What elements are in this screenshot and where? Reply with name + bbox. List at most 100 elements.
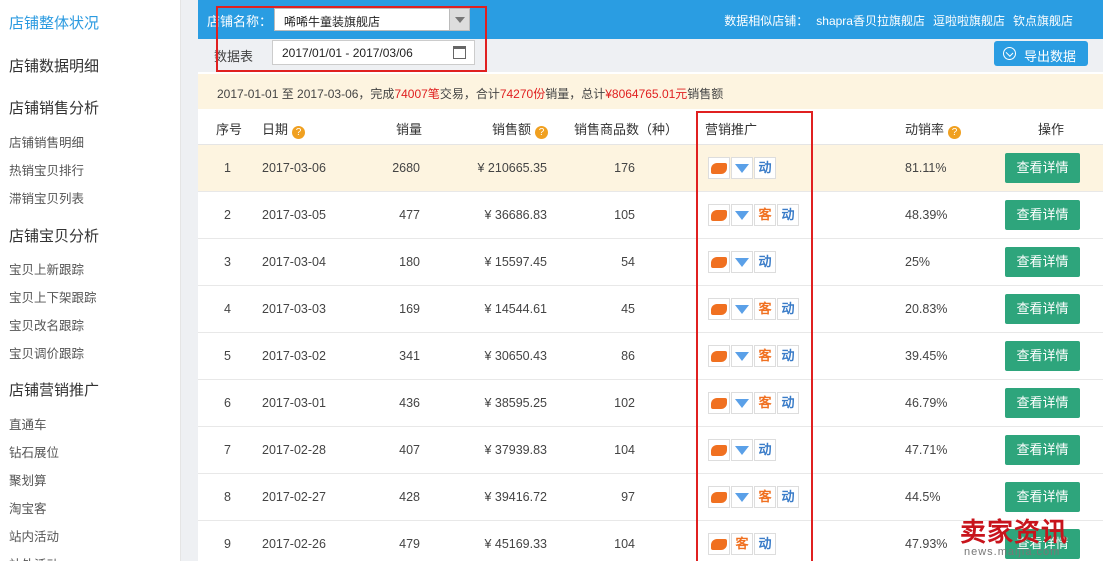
view-details-button[interactable]: 查看详情: [1005, 388, 1080, 418]
table-row: 2 2017-03-05 477 ¥ 36686.83 105 48.39% 客动查看详情: [198, 192, 1103, 239]
sidebar-item[interactable]: 站外活动: [9, 554, 59, 561]
table-row: 7 2017-02-28 407 ¥ 37939.83 104 47.71% 动查看详情: [198, 427, 1103, 474]
cell-qty: 479: [399, 537, 420, 551]
cell-amount: ¥ 14544.61: [484, 302, 547, 316]
view-details-button[interactable]: 查看详情: [1005, 247, 1080, 277]
help-icon[interactable]: ?: [535, 126, 549, 139]
sidebar-section-title[interactable]: 店铺销售分析: [9, 97, 99, 118]
view-details-button[interactable]: 查看详情: [1005, 341, 1080, 371]
cell-qty: 180: [399, 255, 420, 269]
sidebar-item[interactable]: 店铺销售明细: [9, 132, 84, 151]
cell-amount: ¥ 210665.35: [477, 161, 547, 175]
col-amount[interactable]: 销售额?: [492, 119, 549, 139]
similar-shop-link[interactable]: shapra香贝拉旗舰店: [816, 14, 925, 28]
col-idx: 序号: [216, 122, 243, 137]
cell-amount: ¥ 36686.83: [484, 208, 547, 222]
table-row: 3 2017-03-04 180 ¥ 15597.45 54 25% 动查看详情: [198, 239, 1103, 286]
view-details-button[interactable]: 查看详情: [1005, 200, 1080, 230]
cell-count: 86: [621, 349, 635, 363]
cell-idx: 5: [224, 349, 231, 363]
cell-qty: 169: [399, 302, 420, 316]
cell-qty: 477: [399, 208, 420, 222]
col-count: 销售商品数（种）: [574, 122, 679, 137]
col-rate[interactable]: 动销率?: [905, 119, 962, 139]
cell-date: 2017-03-02: [262, 349, 326, 363]
view-details-button[interactable]: 查看详情: [1005, 482, 1080, 512]
sidebar-item[interactable]: 滞销宝贝列表: [9, 188, 84, 207]
export-data-label: 导出数据: [1024, 49, 1077, 64]
sidebar-item[interactable]: 直通车: [9, 414, 47, 433]
cell-idx: 1: [224, 161, 231, 175]
cell-qty: 407: [399, 443, 420, 457]
cell-count: 97: [621, 490, 635, 504]
export-data-button[interactable]: 导出数据: [994, 41, 1088, 66]
cell-count: 176: [614, 161, 635, 175]
cell-rate: 25%: [905, 255, 931, 269]
cell-amount: ¥ 37939.83: [484, 443, 547, 457]
cell-amount: ¥ 38595.25: [484, 396, 547, 410]
table-row: 1 2017-03-06 2680 ¥ 210665.35 176 81.11% 动查看详情: [198, 145, 1103, 192]
cell-date: 2017-02-27: [262, 490, 326, 504]
view-details-button[interactable]: 查看详情: [1005, 294, 1080, 324]
similar-shop-link[interactable]: 逗啦啦旗舰店: [933, 14, 1005, 28]
cell-rate: 81.11%: [905, 161, 947, 175]
similar-shops-label: 数据相似店铺：: [724, 14, 809, 28]
sidebar-gutter: [181, 0, 198, 561]
view-details-button[interactable]: 查看详情: [1005, 153, 1080, 183]
watermark-logo: 卖家资讯 news.maijia.com: [958, 512, 1103, 561]
cell-rate: 46.79%: [905, 396, 948, 410]
cell-date: 2017-03-05: [262, 208, 326, 222]
cell-rate: 20.83%: [905, 302, 948, 316]
sidebar-item[interactable]: 宝贝调价跟踪: [9, 343, 84, 362]
sidebar-section-title[interactable]: 店铺数据明细: [9, 55, 99, 76]
help-icon[interactable]: ?: [948, 126, 962, 139]
sidebar-section-title[interactable]: 店铺整体状况: [9, 12, 99, 33]
cell-idx: 2: [224, 208, 231, 222]
sidebar-item[interactable]: 钻石展位: [9, 442, 59, 461]
order-count: 74007笔: [394, 87, 440, 101]
cell-qty: 2680: [392, 161, 420, 175]
cell-amount: ¥ 45169.33: [484, 537, 547, 551]
cell-date: 2017-02-28: [262, 443, 326, 457]
col-date[interactable]: 日期?: [262, 119, 306, 139]
cell-date: 2017-03-01: [262, 396, 326, 410]
cell-count: 45: [621, 302, 635, 316]
table-row: 5 2017-03-02 341 ¥ 30650.43 86 39.45% 客动查看详情: [198, 333, 1103, 380]
sidebar-item[interactable]: 宝贝改名跟踪: [9, 315, 84, 334]
table-row: 6 2017-03-01 436 ¥ 38595.25 102 46.79% 客动查看详情: [198, 380, 1103, 427]
col-action: 操作: [1038, 122, 1065, 137]
sidebar-item[interactable]: 淘宝客: [9, 498, 47, 517]
cell-idx: 7: [224, 443, 231, 457]
help-icon[interactable]: ?: [292, 126, 306, 139]
cell-count: 104: [614, 443, 635, 457]
sidebar-item[interactable]: 热销宝贝排行: [9, 160, 84, 179]
cell-idx: 6: [224, 396, 231, 410]
cell-date: 2017-02-26: [262, 537, 326, 551]
sidebar-item[interactable]: 宝贝上新跟踪: [9, 259, 84, 278]
cell-idx: 9: [224, 537, 231, 551]
cell-count: 102: [614, 396, 635, 410]
table-row: 4 2017-03-03 169 ¥ 14544.61 45 20.83% 客动查看详情: [198, 286, 1103, 333]
cell-rate: 47.93%: [905, 537, 948, 551]
sidebar-section-title[interactable]: 店铺宝贝分析: [9, 225, 99, 246]
view-details-button[interactable]: 查看详情: [1005, 435, 1080, 465]
similar-shop-link[interactable]: 钦点旗舰店: [1013, 14, 1073, 28]
sidebar-item[interactable]: 站内活动: [9, 526, 59, 545]
cell-rate: 39.45%: [905, 349, 948, 363]
sales-qty: 74270份: [499, 87, 546, 101]
cell-qty: 341: [399, 349, 420, 363]
table-header: 序号 日期? 销量 销售额? 销售商品数（种） 营销推广 动销率? 操作: [198, 109, 1103, 145]
cell-rate: 48.39%: [905, 208, 948, 222]
similar-shops: 数据相似店铺： shapra香贝拉旗舰店 逗啦啦旗舰店 钦点旗舰店: [724, 12, 1073, 29]
sidebar-section-title[interactable]: 店铺营销推广: [9, 379, 99, 400]
summary-text: 2017-01-01 至 2017-03-06，完成74007笔交易，合计742…: [217, 87, 724, 101]
cell-rate: 44.5%: [905, 490, 941, 504]
sidebar-item[interactable]: 宝贝上下架跟踪: [9, 287, 97, 306]
sales-total: ¥8064765.01元: [605, 87, 688, 101]
cell-idx: 3: [224, 255, 231, 269]
sidebar: 店铺整体状况 店铺数据明细 店铺销售分析 店铺销售明细 热销宝贝排行 滞销宝贝列表 店铺宝贝…: [0, 0, 181, 561]
sidebar-item[interactable]: 聚划算: [9, 470, 47, 489]
cell-date: 2017-03-06: [262, 161, 326, 175]
cell-idx: 4: [224, 302, 231, 316]
cell-qty: 436: [399, 396, 420, 410]
